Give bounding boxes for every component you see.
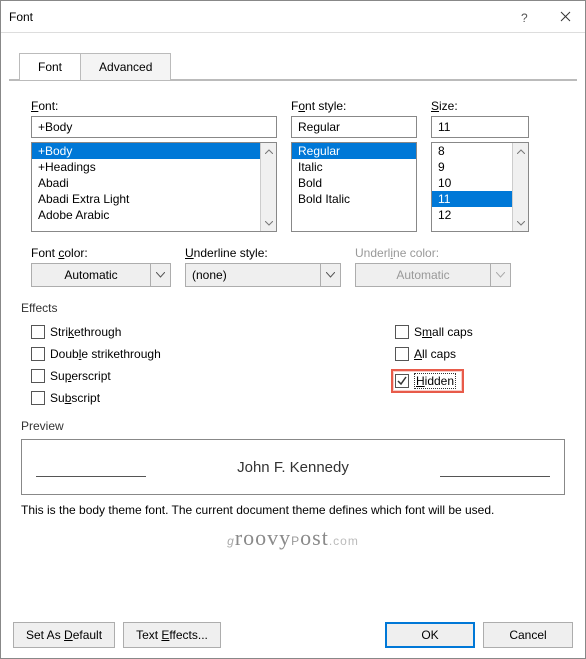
- list-item[interactable]: Bold Italic: [292, 191, 416, 207]
- scroll-down-icon[interactable]: [513, 215, 528, 231]
- ok-button[interactable]: OK: [385, 622, 475, 648]
- dialog-title: Font: [9, 10, 505, 24]
- list-item[interactable]: Italic: [292, 159, 416, 175]
- size-listbox[interactable]: 8 9 10 11 12: [431, 142, 529, 232]
- help-button[interactable]: ?: [505, 1, 545, 33]
- underlinecolor-value: Automatic: [355, 263, 491, 287]
- chevron-down-icon: [491, 263, 511, 287]
- list-item[interactable]: +Headings: [32, 159, 276, 175]
- underlinestyle-dropdown[interactable]: (none): [185, 263, 341, 287]
- preview-text: John F. Kennedy: [237, 459, 349, 476]
- cancel-button[interactable]: Cancel: [483, 622, 573, 648]
- fontcolor-dropdown[interactable]: Automatic: [31, 263, 171, 287]
- list-item[interactable]: Bold: [292, 175, 416, 191]
- size-label: Size:: [431, 99, 529, 113]
- allcaps-checkbox[interactable]: All caps: [395, 347, 555, 361]
- underlinecolor-dropdown: Automatic: [355, 263, 511, 287]
- font-input[interactable]: [31, 116, 277, 138]
- chevron-down-icon[interactable]: [151, 263, 171, 287]
- checkbox-label: Strikethrough: [50, 325, 121, 339]
- preview-box: John F. Kennedy: [21, 439, 565, 495]
- fontstyle-input[interactable]: [291, 116, 417, 138]
- fontcolor-label: Font color:: [31, 246, 171, 260]
- text-effects-button[interactable]: Text Effects...: [123, 622, 221, 648]
- list-item[interactable]: Abadi: [32, 175, 276, 191]
- list-item[interactable]: Regular: [292, 143, 416, 159]
- scroll-down-icon[interactable]: [261, 215, 276, 231]
- checkbox-label: Subscript: [50, 391, 100, 405]
- font-dialog: Font ? Font Advanced Font: +Body +Headin…: [0, 0, 586, 659]
- fontcolor-value: Automatic: [31, 263, 151, 287]
- checkbox-label: All caps: [414, 347, 456, 361]
- fontstyle-listbox[interactable]: Regular Italic Bold Bold Italic: [291, 142, 417, 232]
- subscript-checkbox[interactable]: Subscript: [31, 391, 395, 405]
- underlinestyle-label: Underline style:: [185, 246, 341, 260]
- superscript-checkbox[interactable]: Superscript: [31, 369, 395, 383]
- font-label: Font:: [31, 99, 277, 113]
- tab-bar: Font Advanced: [19, 53, 585, 80]
- list-item[interactable]: Abadi Extra Light: [32, 191, 276, 207]
- size-input[interactable]: [431, 116, 529, 138]
- doublestrike-checkbox[interactable]: Double strikethrough: [31, 347, 395, 361]
- svg-text:?: ?: [521, 11, 528, 24]
- underlinecolor-label: Underline color:: [355, 246, 511, 260]
- strikethrough-checkbox[interactable]: Strikethrough: [31, 325, 395, 339]
- list-item[interactable]: Adobe Arabic: [32, 207, 276, 223]
- scroll-up-icon[interactable]: [513, 143, 528, 159]
- set-default-button[interactable]: Set As Default: [13, 622, 115, 648]
- smallcaps-checkbox[interactable]: Small caps: [395, 325, 555, 339]
- checkbox-label: Small caps: [414, 325, 473, 339]
- scrollbar[interactable]: [512, 143, 528, 231]
- titlebar: Font ?: [1, 1, 585, 33]
- scrollbar[interactable]: [260, 143, 276, 231]
- hidden-checkbox[interactable]: Hidden: [395, 373, 456, 389]
- tab-font[interactable]: Font: [19, 53, 81, 80]
- fontstyle-label: Font style:: [291, 99, 417, 113]
- checkbox-label: Hidden: [414, 373, 456, 389]
- checkbox-label: Superscript: [50, 369, 111, 383]
- underlinestyle-value: (none): [185, 263, 321, 287]
- tab-advanced[interactable]: Advanced: [80, 53, 171, 80]
- description-text: This is the body theme font. The current…: [21, 503, 555, 517]
- watermark: groovyPost.com: [31, 525, 555, 551]
- effects-label: Effects: [21, 301, 555, 315]
- checkbox-label: Double strikethrough: [50, 347, 161, 361]
- preview-label: Preview: [21, 419, 555, 433]
- close-button[interactable]: [545, 1, 585, 33]
- list-item[interactable]: +Body: [32, 143, 276, 159]
- scroll-up-icon[interactable]: [261, 143, 276, 159]
- chevron-down-icon[interactable]: [321, 263, 341, 287]
- font-listbox[interactable]: +Body +Headings Abadi Abadi Extra Light …: [31, 142, 277, 232]
